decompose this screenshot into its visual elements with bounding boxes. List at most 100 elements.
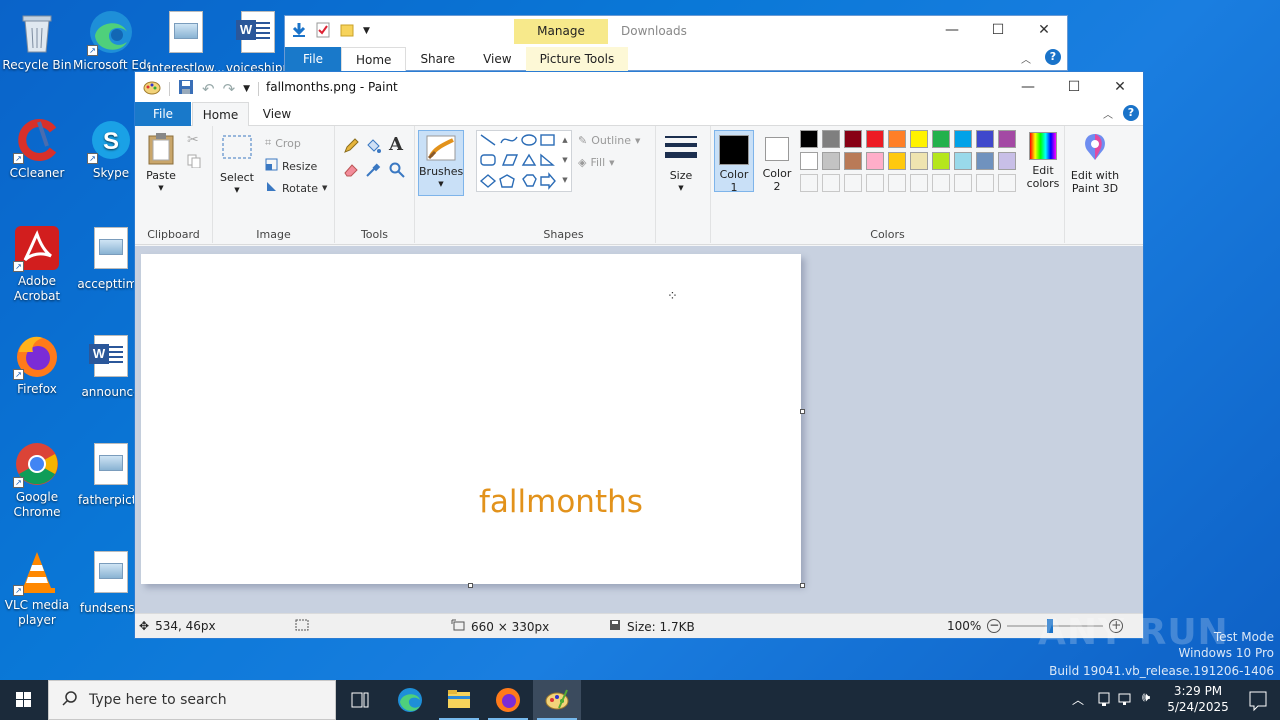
desktop-icon-interestlow[interactable]: interestlow... xyxy=(148,8,224,76)
palette-swatch[interactable] xyxy=(954,152,972,170)
cut-icon[interactable]: ✂ xyxy=(187,132,199,148)
palette-swatch[interactable] xyxy=(954,130,972,148)
volume-icon[interactable]: 🕪 xyxy=(1142,690,1150,705)
redo-icon[interactable]: ↷ xyxy=(223,80,236,98)
palette-swatch[interactable] xyxy=(910,152,928,170)
palette-swatch[interactable] xyxy=(976,152,994,170)
close-button[interactable]: ✕ xyxy=(1021,16,1067,44)
shapes-scroll[interactable]: ▲ ▼ ▼ xyxy=(559,130,571,192)
desktop-icon-firefox[interactable]: ↗ Firefox xyxy=(0,332,75,397)
new-folder-icon[interactable] xyxy=(339,22,355,41)
desktop-icon-chrome[interactable]: ↗ Google Chrome xyxy=(0,440,75,520)
start-button[interactable] xyxy=(0,680,48,720)
minimize-button[interactable]: — xyxy=(929,16,975,44)
help-icon[interactable]: ? xyxy=(1123,105,1139,121)
explorer-window[interactable]: ▼ Manage Downloads — ☐ ✕ File Home Share… xyxy=(284,15,1068,72)
desktop-icon-acrobat[interactable]: ↗ Adobe Acrobat xyxy=(0,224,75,304)
palette-custom-slot[interactable] xyxy=(800,174,818,192)
paint-title-bar[interactable]: ↶ ↷ ▼ fallmonths.png - Paint — ☐ ✕ xyxy=(135,72,1143,102)
palette-swatch[interactable] xyxy=(888,152,906,170)
palette-swatch[interactable] xyxy=(866,152,884,170)
edit-with-paint3d-button[interactable]: Edit with Paint 3D xyxy=(1068,130,1122,195)
brushes-button[interactable]: Brushes ▼ xyxy=(418,130,464,196)
network-icon[interactable] xyxy=(1118,691,1134,710)
resize-handle-bottom[interactable] xyxy=(468,583,473,588)
color1-button[interactable]: Color 1 xyxy=(714,130,754,194)
resize-handle-corner[interactable] xyxy=(800,583,805,588)
download-arrow-icon[interactable] xyxy=(291,22,307,41)
palette-custom-slot[interactable] xyxy=(954,174,972,192)
tab-picture-tools[interactable]: Picture Tools xyxy=(525,47,629,72)
palette-swatch[interactable] xyxy=(822,152,840,170)
fill-bucket-icon[interactable] xyxy=(365,138,381,157)
tab-view[interactable]: View xyxy=(469,47,525,72)
zoom-out-icon[interactable]: − xyxy=(987,619,1002,633)
magnifier-icon[interactable] xyxy=(389,162,405,181)
crop-button[interactable]: ⌗ Crop xyxy=(265,136,301,150)
save-icon[interactable] xyxy=(178,79,194,98)
palette-swatch[interactable] xyxy=(932,152,950,170)
palette-swatch[interactable] xyxy=(866,130,884,148)
color2-button[interactable]: Color 2 xyxy=(757,130,797,193)
maximize-button[interactable]: ☐ xyxy=(975,16,1021,44)
palette-swatch[interactable] xyxy=(998,130,1016,148)
maximize-button[interactable]: ☐ xyxy=(1051,73,1097,101)
paste-button[interactable]: Paste ▼ xyxy=(143,132,179,195)
taskbar-search-box[interactable]: Type here to search xyxy=(48,680,336,720)
color-picker-icon[interactable] xyxy=(365,162,381,181)
action-center-button[interactable] xyxy=(1236,680,1280,720)
collapse-ribbon-icon[interactable]: ︿ xyxy=(1103,106,1113,121)
canvas-area[interactable]: fallmonths ⁘ xyxy=(135,246,1143,613)
taskbar-edge[interactable] xyxy=(386,680,434,720)
outline-button[interactable]: ✎ Outline ▼ xyxy=(578,134,640,147)
properties-icon[interactable] xyxy=(315,22,331,41)
show-hidden-icons-chevron-icon[interactable]: ︿ xyxy=(1072,691,1084,708)
pencil-icon[interactable] xyxy=(343,138,359,157)
tab-home[interactable]: Home xyxy=(341,47,407,72)
palette-swatch[interactable] xyxy=(822,130,840,148)
palette-swatch[interactable] xyxy=(844,152,862,170)
palette-custom-slot[interactable] xyxy=(822,174,840,192)
shapes-gallery[interactable] xyxy=(476,130,572,192)
desktop-icon-edge[interactable]: ↗ Microsoft Edge xyxy=(73,8,149,73)
rotate-button[interactable]: Rotate ▼ xyxy=(265,180,327,196)
resize-handle-right[interactable] xyxy=(800,409,805,414)
palette-swatch[interactable] xyxy=(888,130,906,148)
palette-custom-slot[interactable] xyxy=(910,174,928,192)
palette-custom-slot[interactable] xyxy=(866,174,884,192)
desktop-icon-ccleaner[interactable]: ↗ CCleaner xyxy=(0,116,75,181)
palette-swatch[interactable] xyxy=(932,130,950,148)
undo-icon[interactable]: ↶ xyxy=(202,80,215,98)
help-icon[interactable]: ? xyxy=(1045,49,1061,65)
palette-custom-slot[interactable] xyxy=(932,174,950,192)
copy-icon[interactable] xyxy=(187,154,201,171)
eraser-icon[interactable] xyxy=(343,162,359,181)
palette-custom-slot[interactable] xyxy=(844,174,862,192)
palette-swatch[interactable] xyxy=(998,152,1016,170)
taskbar-file-explorer[interactable] xyxy=(435,680,483,720)
select-button[interactable]: Select ▼ xyxy=(219,134,255,197)
manage-context-tab[interactable]: Manage xyxy=(514,19,608,44)
palette-swatch[interactable] xyxy=(800,130,818,148)
palette-swatch[interactable] xyxy=(844,130,862,148)
desktop-icon-vlc[interactable]: ↗ VLC media player xyxy=(0,548,75,628)
paint-app-icon[interactable] xyxy=(143,78,161,99)
drawing-canvas[interactable]: fallmonths ⁘ xyxy=(141,254,801,584)
minimize-button[interactable]: — xyxy=(1005,73,1051,101)
tab-share[interactable]: Share xyxy=(406,47,469,72)
edit-colors-button[interactable]: Edit colors xyxy=(1023,130,1063,190)
palette-custom-slot[interactable] xyxy=(888,174,906,192)
fill-button[interactable]: ◈ Fill ▼ xyxy=(578,156,615,169)
resize-button[interactable]: Resize xyxy=(265,158,317,174)
tab-file[interactable]: File xyxy=(285,47,341,72)
palette-swatch[interactable] xyxy=(976,130,994,148)
size-button[interactable]: Size ▼ xyxy=(659,134,703,195)
palette-custom-slot[interactable] xyxy=(998,174,1016,192)
collapse-ribbon-icon[interactable]: ︿ xyxy=(1021,51,1031,66)
tab-home[interactable]: Home xyxy=(192,102,249,126)
taskbar-firefox[interactable] xyxy=(484,680,532,720)
close-button[interactable]: ✕ xyxy=(1097,73,1143,101)
palette-custom-slot[interactable] xyxy=(976,174,994,192)
task-view-button[interactable] xyxy=(336,680,384,720)
desktop-icon-recycle-bin[interactable]: Recycle Bin xyxy=(0,8,75,73)
